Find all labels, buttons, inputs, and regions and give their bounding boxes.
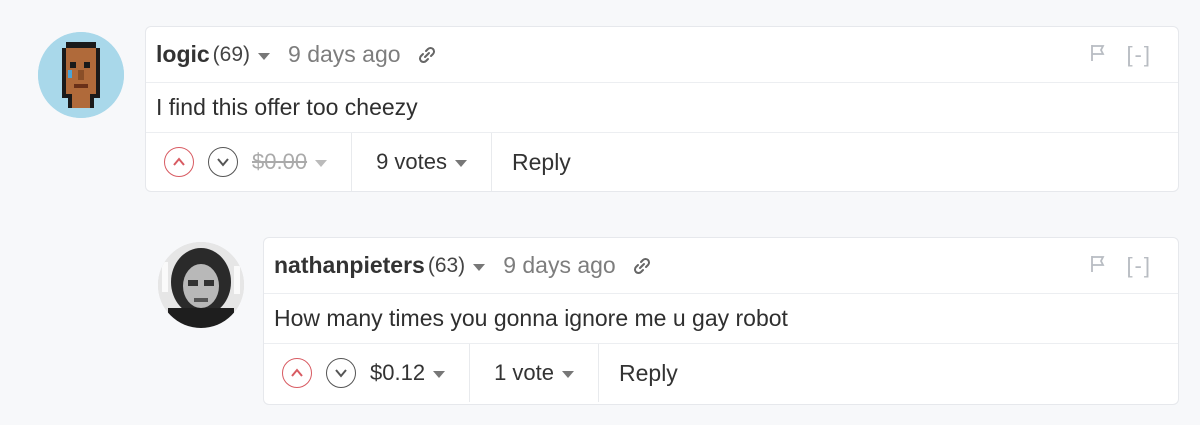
- karma-count: (63): [427, 253, 466, 277]
- tip-value: $0.12: [370, 360, 426, 385]
- chevron-down-icon: [335, 369, 347, 378]
- votes-dropdown[interactable]: 9 votes: [352, 149, 491, 175]
- votes-caret-icon: [455, 160, 467, 167]
- timestamp[interactable]: 9 days ago: [503, 252, 616, 279]
- flag-icon[interactable]: [1088, 254, 1108, 279]
- comment-header: logic (69) 9 days ago [-]: [146, 27, 1178, 83]
- avatar-image: [38, 32, 124, 118]
- avatar[interactable]: [38, 32, 124, 118]
- flag-icon[interactable]: [1088, 43, 1108, 68]
- timestamp[interactable]: 9 days ago: [288, 41, 401, 68]
- avatar[interactable]: [158, 242, 244, 328]
- link-icon[interactable]: [417, 45, 437, 65]
- comment-footer: $0.00 9 votes Reply: [146, 133, 1178, 191]
- upvote-button[interactable]: [282, 358, 312, 388]
- reply-comment: nathanpieters (63) 9 days ago [-] How ma…: [0, 200, 1200, 425]
- comment-card: logic (69) 9 days ago [-] I find this of…: [145, 26, 1179, 192]
- chevron-down-icon: [217, 158, 229, 167]
- reply-button[interactable]: Reply: [492, 149, 571, 176]
- comment-actions-right: [-]: [1088, 238, 1152, 294]
- karma-count: (69): [212, 42, 251, 66]
- comment-body: I find this offer too cheezy: [146, 83, 1178, 133]
- username-link[interactable]: nathanpieters: [274, 252, 425, 279]
- user-menu-caret-icon[interactable]: [258, 52, 271, 60]
- avatar-image: [158, 242, 244, 328]
- tip-caret-icon: [433, 371, 446, 378]
- link-icon[interactable]: [632, 256, 652, 276]
- upvote-button[interactable]: [164, 147, 194, 177]
- collapse-button[interactable]: [-]: [1126, 42, 1152, 68]
- comment-body: How many times you gonna ignore me u gay…: [264, 294, 1178, 344]
- comment-card: nathanpieters (63) 9 days ago [-] How ma…: [263, 237, 1179, 405]
- tip-value: $0.00: [252, 149, 308, 174]
- collapse-button[interactable]: [-]: [1126, 253, 1152, 279]
- user-menu-caret-icon[interactable]: [473, 263, 486, 271]
- downvote-button[interactable]: [326, 358, 356, 388]
- chevron-up-icon: [173, 157, 185, 166]
- votes-count: 9 votes: [376, 149, 447, 174]
- downvote-button[interactable]: [208, 147, 238, 177]
- tip-caret-icon: [315, 160, 328, 167]
- tip-amount[interactable]: $0.00: [252, 149, 328, 175]
- comment-footer: $0.12 1 vote Reply: [264, 344, 1178, 402]
- chevron-up-icon: [291, 368, 303, 377]
- comment-actions-right: [-]: [1088, 27, 1152, 83]
- comment-header: nathanpieters (63) 9 days ago [-]: [264, 238, 1178, 294]
- reply-button[interactable]: Reply: [599, 360, 678, 387]
- username-link[interactable]: logic: [156, 41, 210, 68]
- votes-dropdown[interactable]: 1 vote: [470, 360, 598, 386]
- comment: logic (69) 9 days ago [-] I find this of…: [0, 0, 1200, 200]
- votes-caret-icon: [562, 371, 574, 378]
- tip-amount[interactable]: $0.12: [370, 360, 446, 386]
- votes-count: 1 vote: [494, 360, 554, 385]
